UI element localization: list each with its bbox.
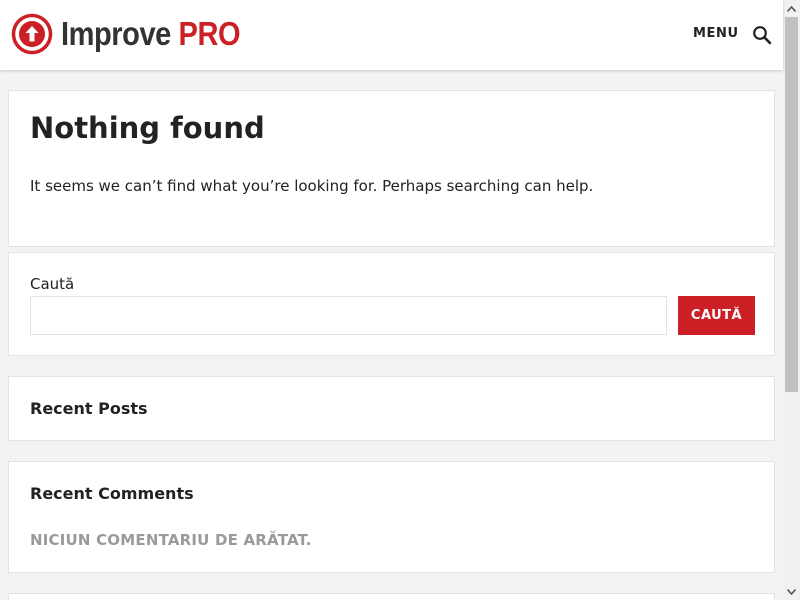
search-icon[interactable]	[752, 25, 772, 45]
arrow-up-circle-icon	[11, 13, 53, 55]
site-logo[interactable]: Improve PRO	[11, 13, 265, 55]
recent-comments-widget: Recent Comments NICIUN COMENTARIU DE ARĂ…	[8, 461, 775, 573]
scroll-down-arrow-icon[interactable]	[783, 583, 800, 600]
scrollbar-thumb[interactable]	[785, 17, 798, 392]
search-submit-button[interactable]: CAUTĂ	[678, 296, 755, 335]
next-widget	[8, 593, 775, 600]
recent-posts-widget: Recent Posts	[8, 376, 775, 441]
search-label: Caută	[30, 275, 75, 293]
search-widget: Caută CAUTĂ	[8, 252, 775, 356]
menu-button[interactable]: MENU	[693, 26, 739, 41]
recent-comments-title: Recent Comments	[30, 484, 194, 503]
recent-posts-title: Recent Posts	[30, 399, 148, 418]
no-results-section: Nothing found It seems we can’t find wha…	[8, 90, 775, 247]
no-results-message: It seems we can’t find what you’re looki…	[30, 177, 594, 195]
search-input[interactable]	[30, 296, 667, 335]
vertical-scrollbar[interactable]	[783, 0, 800, 600]
logo-text-pro: PRO	[178, 15, 241, 52]
scroll-up-arrow-icon[interactable]	[783, 0, 800, 17]
logo-text: Improve PRO	[61, 13, 241, 55]
site-header: Improve PRO MENU	[0, 0, 783, 70]
page-title: Nothing found	[30, 111, 265, 145]
logo-text-improve: Improve	[61, 15, 171, 52]
no-comments-text: NICIUN COMENTARIU DE ARĂTAT.	[30, 531, 312, 549]
